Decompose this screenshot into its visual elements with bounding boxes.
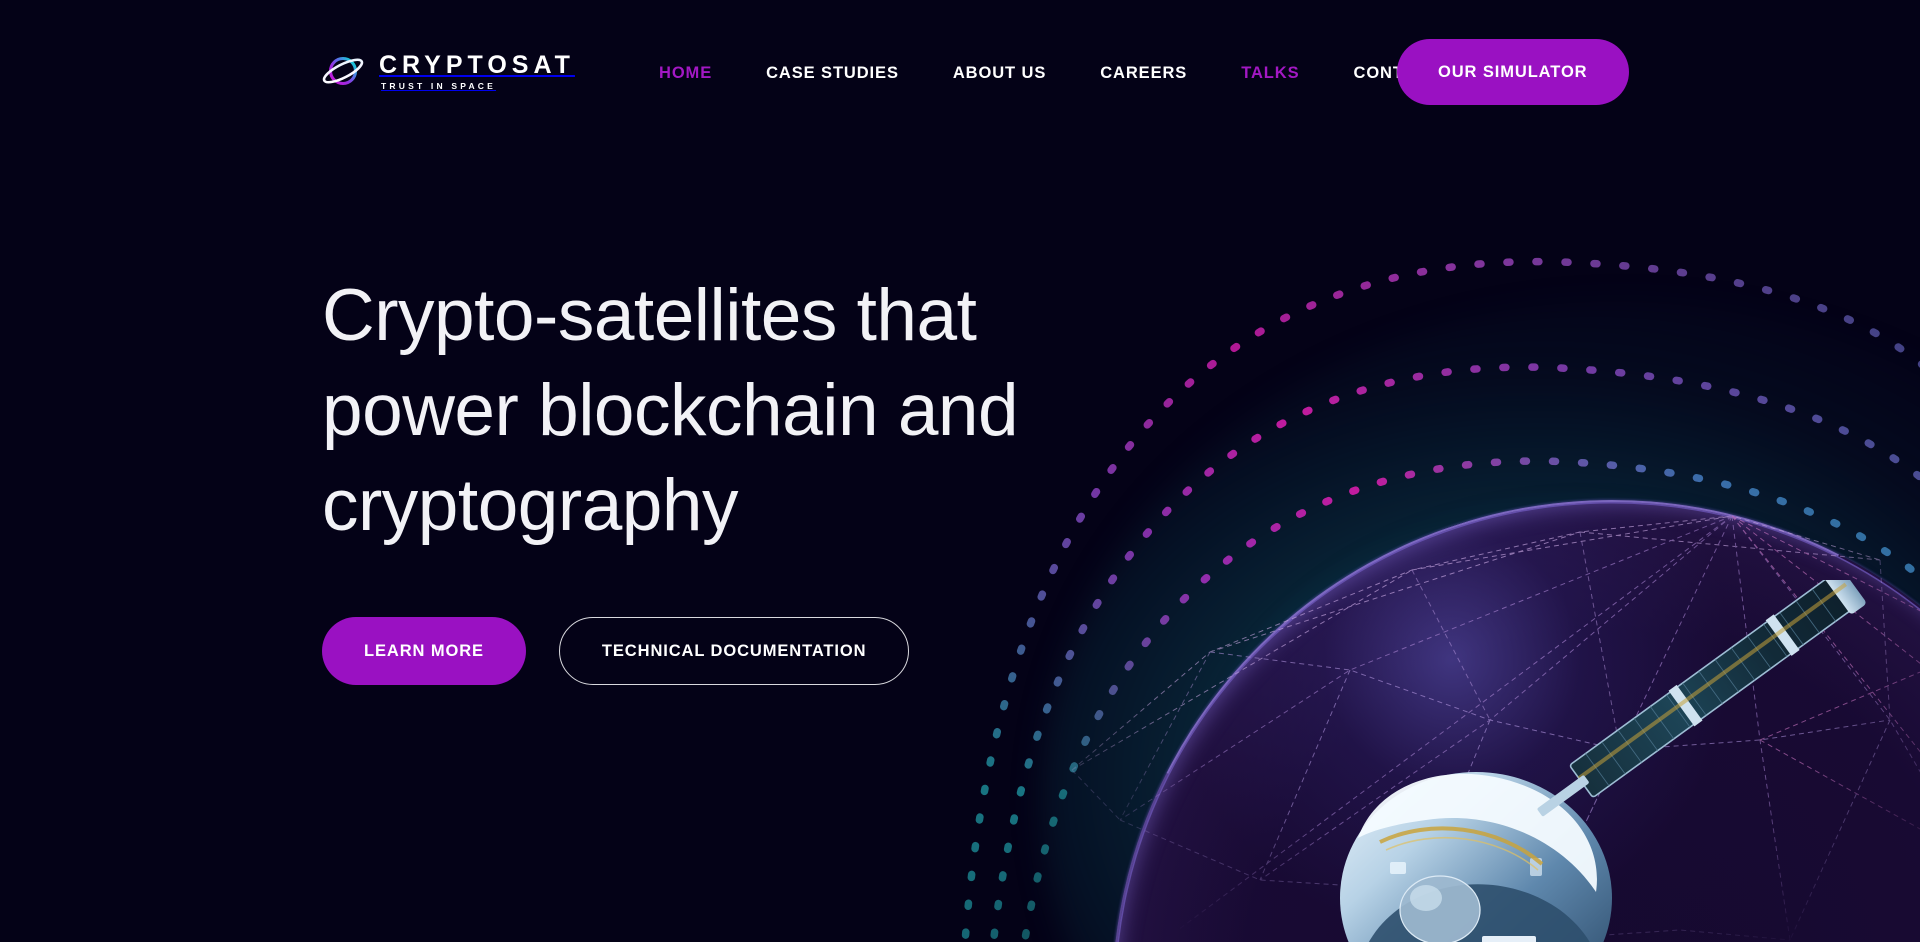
nav-item-talks[interactable]: TALKS xyxy=(1214,53,1326,93)
hero-headline-line-1: Crypto-satellites that xyxy=(322,275,977,356)
planet-with-ring-icon xyxy=(322,56,364,86)
site-header: CRYPTOSAT TRUST IN SPACE HOME CASE STUDI… xyxy=(0,0,1920,122)
brand-tagline: TRUST IN SPACE xyxy=(381,81,497,92)
hero-section: Crypto-satellites that power blockchain … xyxy=(322,268,1122,685)
learn-more-button[interactable]: LEARN MORE xyxy=(322,617,526,685)
hero-actions: LEARN MORE TECHNICAL DOCUMENTATION xyxy=(322,617,1122,685)
hero-headline-line-3: cryptography xyxy=(322,465,739,546)
nav-item-case-studies[interactable]: CASE STUDIES xyxy=(739,53,926,93)
satellite-illustration xyxy=(1240,580,1866,942)
our-simulator-button[interactable]: OUR SIMULATOR xyxy=(1397,39,1629,105)
hero-headline: Crypto-satellites that power blockchain … xyxy=(322,268,1092,553)
planet-rim-highlight xyxy=(981,369,1920,942)
atmosphere-glow xyxy=(1040,300,1920,942)
nav-item-careers[interactable]: CAREERS xyxy=(1073,53,1214,93)
nav-item-about-us[interactable]: ABOUT US xyxy=(926,53,1073,93)
nav-item-home[interactable]: HOME xyxy=(632,53,739,93)
brand-wordmark: CRYPTOSAT xyxy=(379,51,575,80)
brand-wordmark-group: CRYPTOSAT TRUST IN SPACE xyxy=(379,51,575,91)
hero-headline-line-2: power blockchain and xyxy=(322,370,1019,451)
page-root: CRYPTOSAT TRUST IN SPACE HOME CASE STUDI… xyxy=(0,0,1920,942)
brand-logo[interactable]: CRYPTOSAT TRUST IN SPACE xyxy=(320,50,575,92)
planet-body xyxy=(1112,500,1920,942)
technical-documentation-button[interactable]: TECHNICAL DOCUMENTATION xyxy=(558,617,910,685)
planet-limb xyxy=(1112,500,1920,942)
primary-nav: HOME CASE STUDIES ABOUT US CAREERS TALKS… xyxy=(632,53,1466,93)
network-mesh xyxy=(1071,515,1920,941)
atmosphere-glow-core xyxy=(1230,520,1920,942)
